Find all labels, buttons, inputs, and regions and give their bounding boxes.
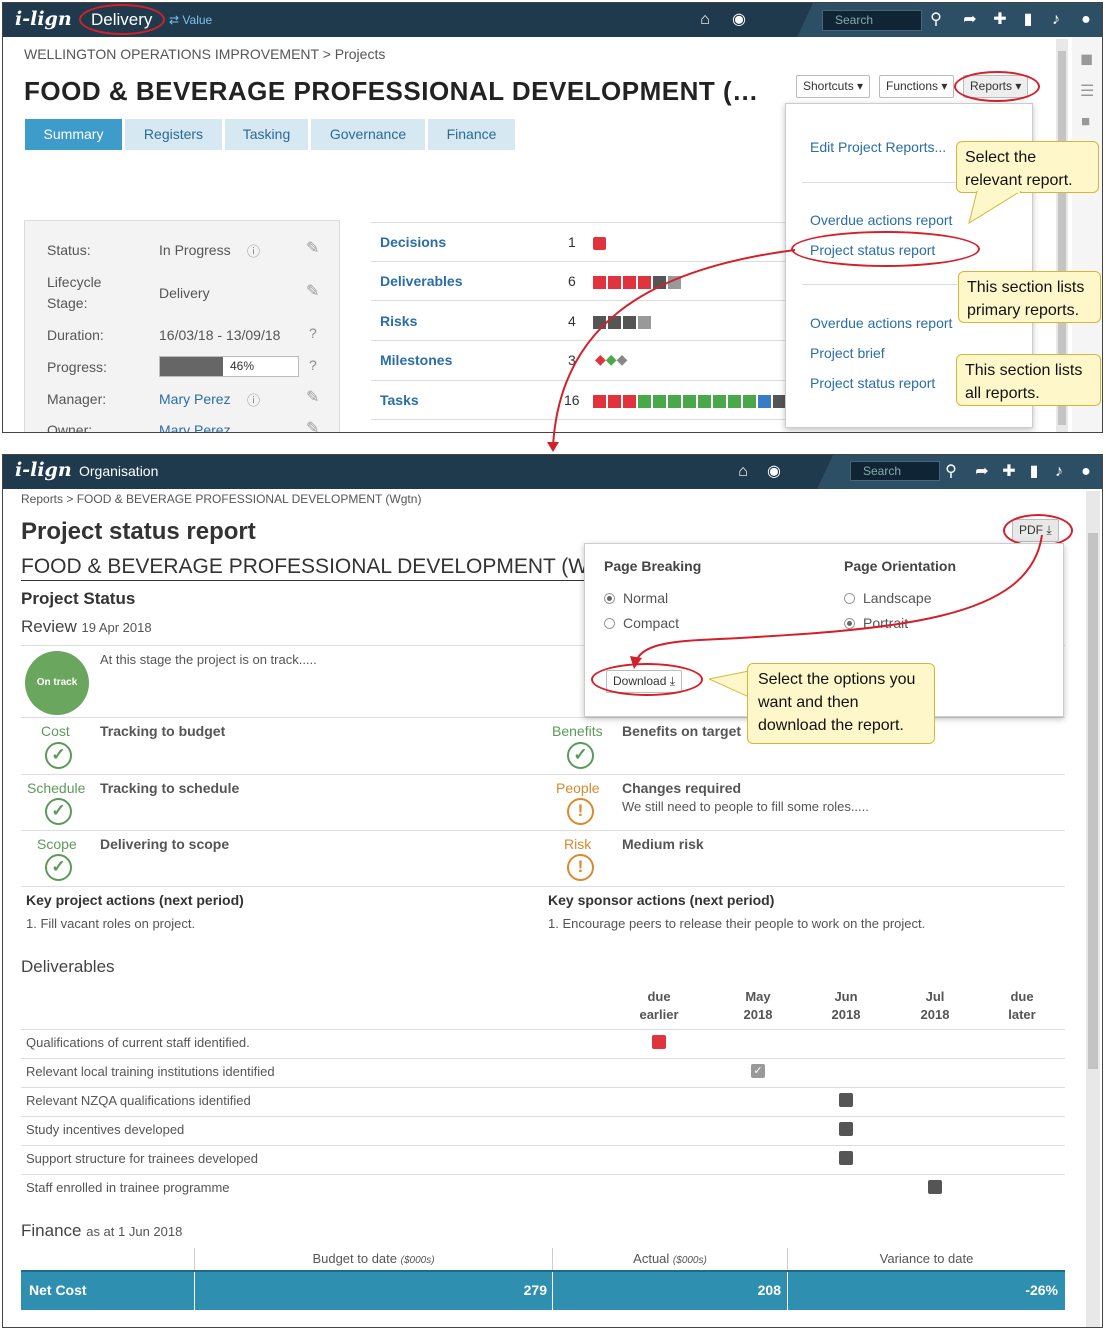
- connector-arrows: [547, 249, 1043, 669]
